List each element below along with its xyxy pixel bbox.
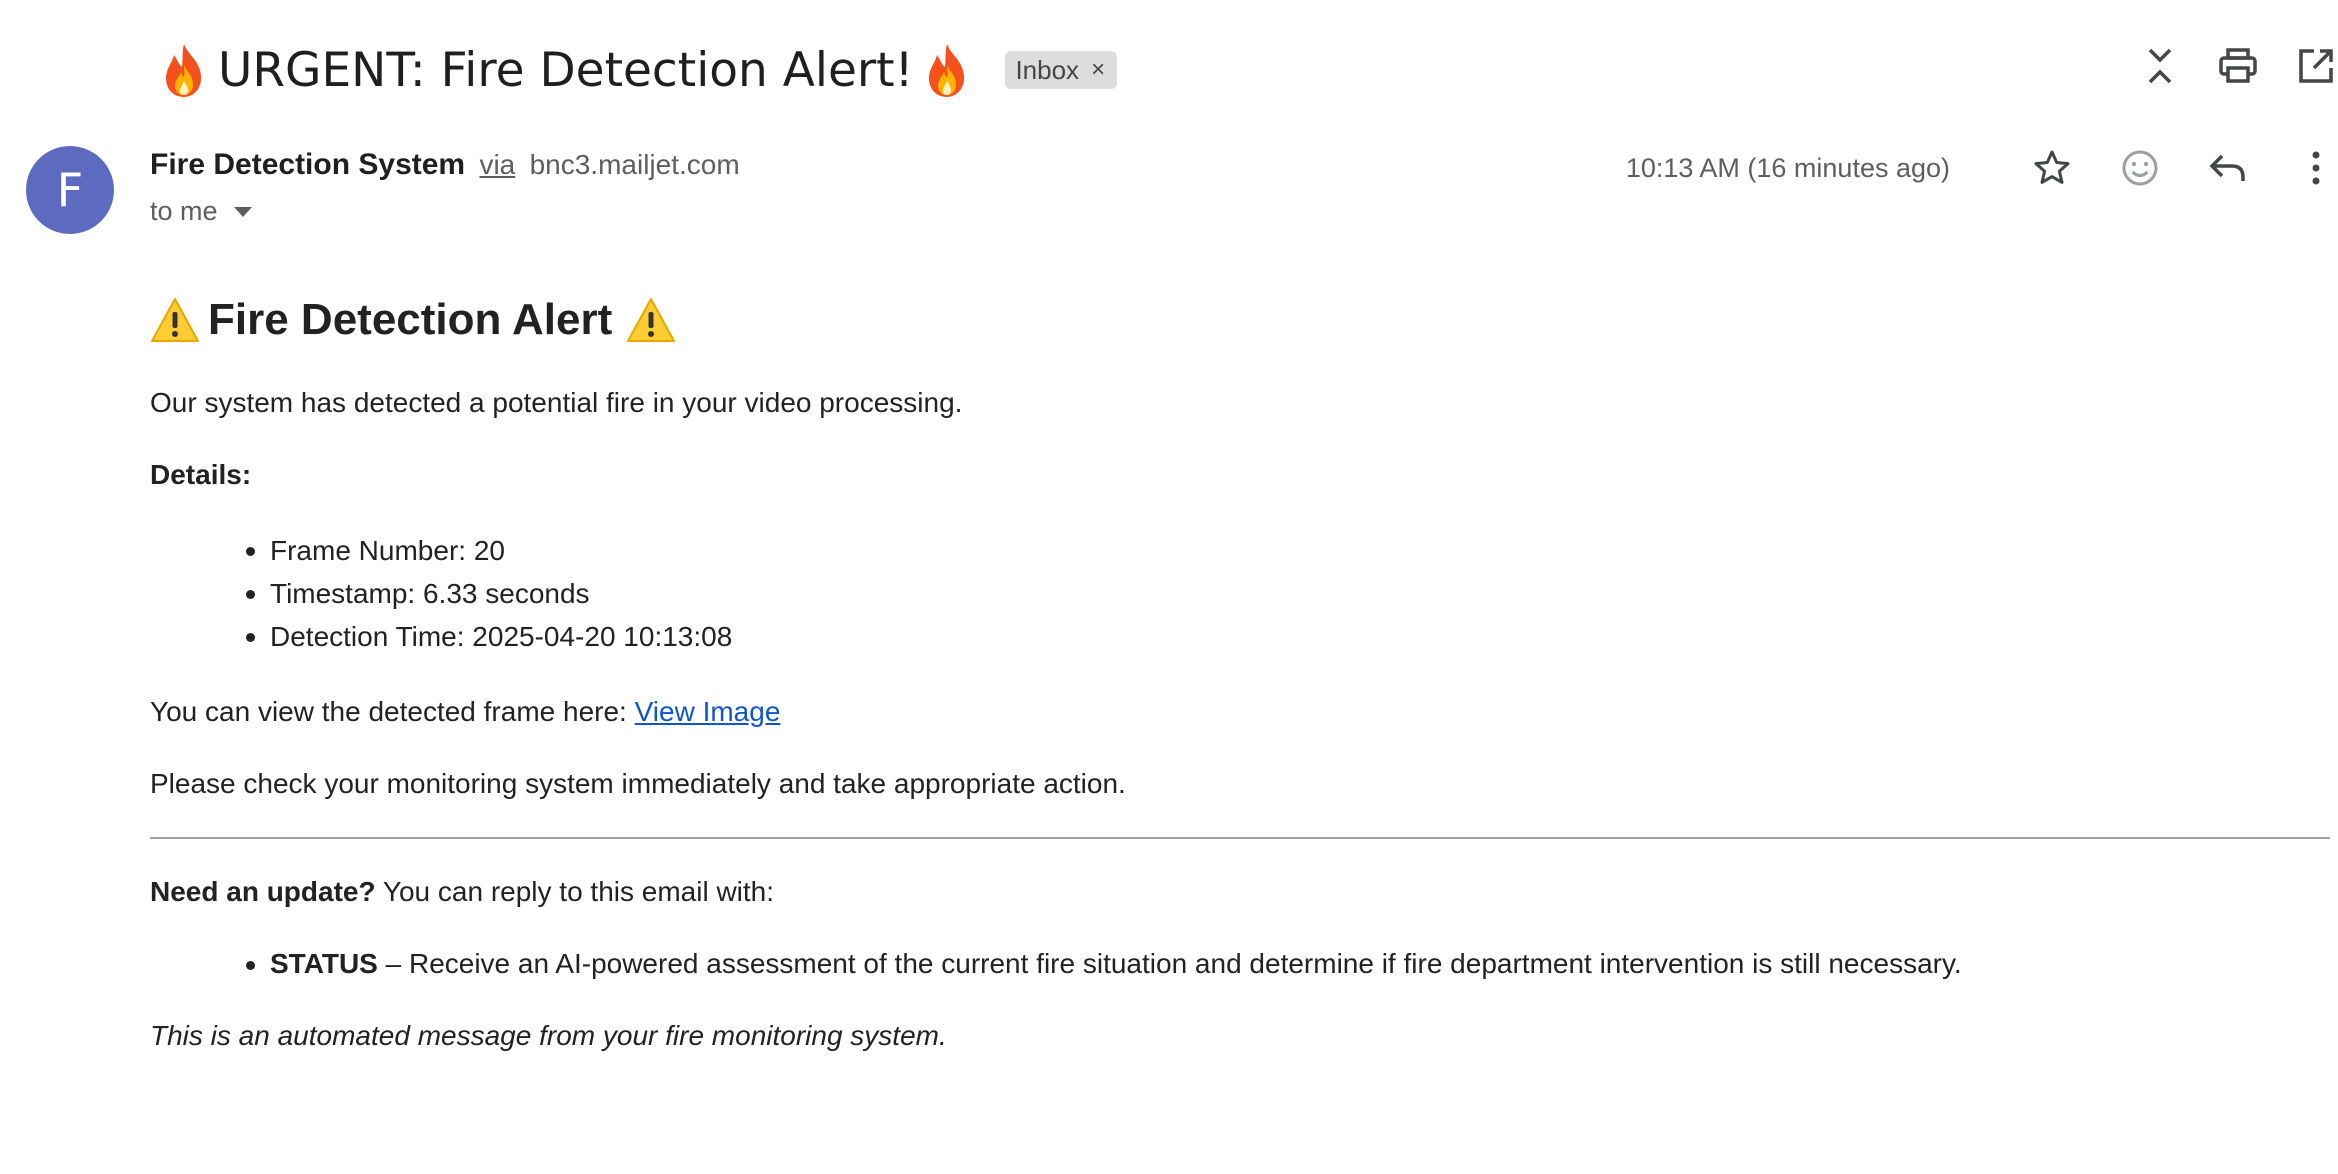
recipient-details-toggle[interactable]: to me xyxy=(150,196,252,227)
thread-toolbar xyxy=(2104,44,2338,88)
detail-timestamp: Timestamp: 6.33 seconds xyxy=(246,572,2330,615)
sender-domain: bnc3.mailjet.com xyxy=(529,149,740,180)
email-subject-text: URGENT: Fire Detection Alert! xyxy=(218,42,914,98)
collapse-all-icon[interactable] xyxy=(2138,44,2182,88)
via-link[interactable]: via xyxy=(479,149,515,180)
email-subject: URGENT: Fire Detection Alert! xyxy=(150,41,981,99)
details-label: Details: xyxy=(150,459,252,490)
fire-emoji-icon xyxy=(166,44,202,97)
detail-detection-time: Detection Time: 2025-04-20 10:13:08 xyxy=(246,615,2330,658)
chevron-down-icon xyxy=(233,206,252,217)
inbox-label-chip[interactable]: Inbox × xyxy=(1005,51,1118,89)
intro-text: Our system has detected a potential fire… xyxy=(150,387,963,418)
sender-avatar[interactable]: F xyxy=(26,146,114,234)
more-options-icon[interactable] xyxy=(2294,146,2338,190)
sender-name[interactable]: Fire Detection System xyxy=(150,148,465,181)
remove-label-button[interactable]: × xyxy=(1091,56,1105,84)
star-icon[interactable] xyxy=(2030,146,2074,190)
alert-heading-text: Fire Detection Alert xyxy=(208,295,613,344)
alert-heading: Fire Detection Alert xyxy=(150,285,2330,355)
divider xyxy=(150,837,2330,839)
reply-options-list: STATUS – Receive an AI-powered assessmen… xyxy=(150,946,2330,982)
message-timestamp: 10:13 AM (16 minutes ago) xyxy=(1625,152,1950,183)
print-icon[interactable] xyxy=(2216,44,2260,88)
view-image-link[interactable]: View Image xyxy=(635,696,781,727)
details-list: Frame Number: 20 Timestamp: 6.33 seconds… xyxy=(150,529,2330,658)
inbox-label-text: Inbox xyxy=(1015,54,1080,85)
emoji-reaction-icon[interactable] xyxy=(2118,146,2162,190)
recipient-text: to me xyxy=(150,196,218,226)
automated-footer: This is an automated message from your f… xyxy=(150,1020,947,1051)
message-actions: 10:13 AM (16 minutes ago) xyxy=(1626,146,2338,190)
warning-icon xyxy=(151,298,199,342)
update-bold-text: Need an update? xyxy=(150,876,376,907)
subject-row: URGENT: Fire Detection Alert! Inbox × xyxy=(150,30,1118,110)
fire-emoji-icon xyxy=(929,44,965,97)
update-text: You can reply to this email with: xyxy=(375,876,775,907)
update-line: Need an update? You can reply to this em… xyxy=(150,874,2330,910)
view-frame-line: You can view the detected frame here: Vi… xyxy=(150,694,2330,730)
status-option: STATUS – Receive an AI-powered assessmen… xyxy=(246,946,2330,982)
status-description: – Receive an AI-powered assessment of th… xyxy=(377,948,1962,979)
status-keyword: STATUS xyxy=(270,948,378,979)
warning-icon xyxy=(627,298,676,342)
detail-frame-number: Frame Number: 20 xyxy=(246,529,2330,572)
open-in-new-window-icon[interactable] xyxy=(2294,44,2338,88)
sender-line: Fire Detection System via bnc3.mailjet.c… xyxy=(150,148,740,182)
email-view: URGENT: Fire Detection Alert! Inbox × F … xyxy=(0,0,2338,1174)
reply-icon[interactable] xyxy=(2206,146,2250,190)
view-frame-prefix: You can view the detected frame here: xyxy=(150,696,635,727)
message-body: Fire Detection Alert Our system has dete… xyxy=(150,285,2330,1054)
action-instruction: Please check your monitoring system imme… xyxy=(150,768,1126,799)
